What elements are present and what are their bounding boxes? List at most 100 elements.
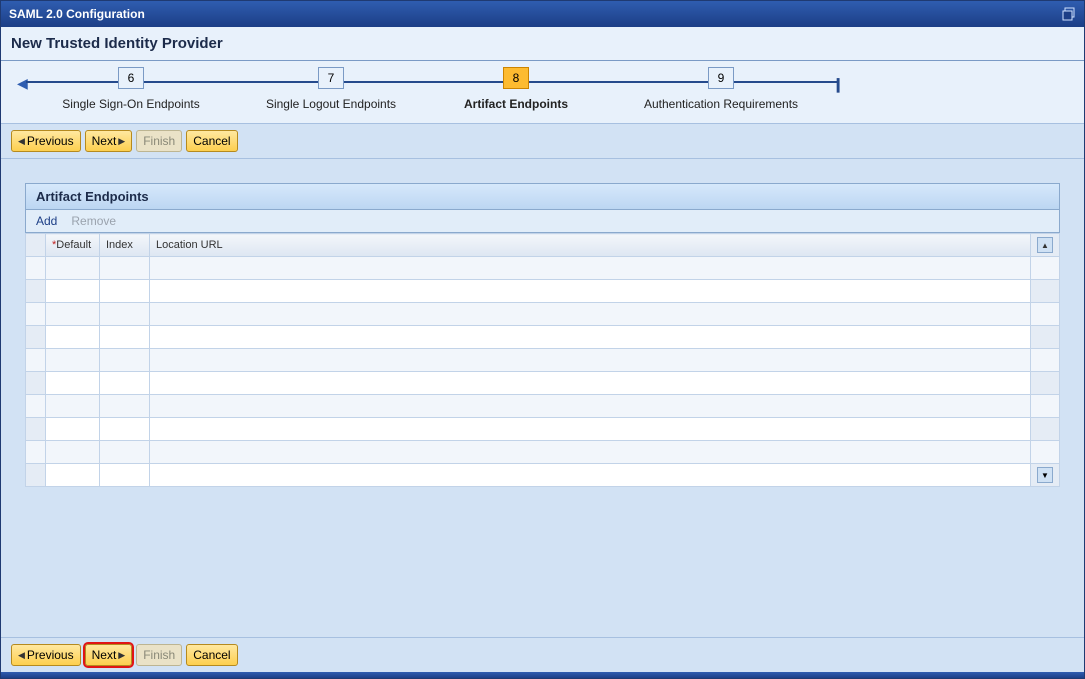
- cell-index[interactable]: [100, 257, 150, 280]
- table-row[interactable]: [26, 349, 1060, 372]
- col-index[interactable]: Index: [100, 234, 150, 257]
- row-selector[interactable]: [26, 395, 46, 418]
- button-label: Finish: [143, 647, 175, 663]
- scroll-gutter: [1031, 395, 1060, 418]
- scroll-gutter: [1031, 280, 1060, 303]
- cell-index[interactable]: [100, 326, 150, 349]
- window-restore-icon[interactable]: [1062, 7, 1076, 21]
- previous-button[interactable]: ◀ Previous: [11, 130, 81, 152]
- wizard-step-number: 7: [318, 67, 344, 89]
- cell-index[interactable]: [100, 418, 150, 441]
- add-action[interactable]: Add: [36, 214, 57, 228]
- wizard-step-7[interactable]: 7 Single Logout Endpoints: [241, 67, 421, 111]
- cell-location[interactable]: [150, 395, 1031, 418]
- cell-index[interactable]: [100, 395, 150, 418]
- table-row[interactable]: [26, 441, 1060, 464]
- table-row[interactable]: [26, 257, 1060, 280]
- cell-default[interactable]: [46, 418, 100, 441]
- wizard-step-number: 6: [118, 67, 144, 89]
- scroll-gutter: ▼: [1031, 464, 1060, 487]
- cell-index[interactable]: [100, 464, 150, 487]
- row-selector[interactable]: [26, 280, 46, 303]
- next-button[interactable]: Next ▶: [85, 130, 133, 152]
- cell-default[interactable]: [46, 395, 100, 418]
- cell-location[interactable]: [150, 280, 1031, 303]
- window-bottom-edge: [1, 672, 1084, 678]
- col-default[interactable]: *Default: [46, 234, 100, 257]
- table-row[interactable]: [26, 303, 1060, 326]
- cell-default[interactable]: [46, 303, 100, 326]
- table-row[interactable]: [26, 326, 1060, 349]
- button-label: Next: [92, 133, 117, 149]
- cell-index[interactable]: [100, 303, 150, 326]
- row-selector[interactable]: [26, 349, 46, 372]
- wizard-step-8[interactable]: 8 Artifact Endpoints: [441, 67, 591, 111]
- row-selector[interactable]: [26, 441, 46, 464]
- window-titlebar: SAML 2.0 Configuration: [1, 1, 1084, 27]
- table-row[interactable]: [26, 372, 1060, 395]
- cell-location[interactable]: [150, 372, 1031, 395]
- next-button-bottom[interactable]: Next ▶: [85, 644, 133, 666]
- scroll-gutter: [1031, 326, 1060, 349]
- wizard-arrow-left-icon: ◀: [17, 75, 28, 92]
- row-selector[interactable]: [26, 372, 46, 395]
- wizard-step-9[interactable]: 9 Authentication Requirements: [621, 67, 821, 111]
- previous-button-bottom[interactable]: ◀ Previous: [11, 644, 81, 666]
- cell-default[interactable]: [46, 326, 100, 349]
- endpoints-table: *Default Index Location URL ▲ ▼: [25, 233, 1060, 487]
- scroll-down-icon[interactable]: ▼: [1037, 467, 1053, 483]
- row-selector[interactable]: [26, 303, 46, 326]
- scroll-up-cell[interactable]: ▲: [1031, 234, 1060, 257]
- cell-default[interactable]: [46, 372, 100, 395]
- table-row[interactable]: ▼: [26, 464, 1060, 487]
- remove-action: Remove: [71, 214, 116, 228]
- wizard-arrow-right-icon: ❙: [832, 76, 844, 93]
- cancel-button-bottom[interactable]: Cancel: [186, 644, 237, 666]
- cancel-button[interactable]: Cancel: [186, 130, 237, 152]
- wizard-step-6[interactable]: 6 Single Sign-On Endpoints: [41, 67, 221, 111]
- triangle-right-icon: ▶: [118, 133, 125, 149]
- table-header-row: *Default Index Location URL ▲: [26, 234, 1060, 257]
- scroll-up-icon: ▲: [1037, 237, 1053, 253]
- cell-default[interactable]: [46, 464, 100, 487]
- cell-default[interactable]: [46, 280, 100, 303]
- row-selector[interactable]: [26, 326, 46, 349]
- button-label: Cancel: [193, 133, 230, 149]
- table-row[interactable]: [26, 280, 1060, 303]
- wizard-step-label: Artifact Endpoints: [441, 97, 591, 111]
- saml-config-window: SAML 2.0 Configuration New Trusted Ident…: [0, 0, 1085, 679]
- cell-location[interactable]: [150, 303, 1031, 326]
- panel-toolbar: Add Remove: [25, 210, 1060, 233]
- button-label: Previous: [27, 647, 74, 663]
- wizard-step-number: 8: [503, 67, 529, 89]
- cell-default[interactable]: [46, 257, 100, 280]
- cell-index[interactable]: [100, 280, 150, 303]
- scroll-gutter: [1031, 303, 1060, 326]
- cell-location[interactable]: [150, 349, 1031, 372]
- cell-index[interactable]: [100, 349, 150, 372]
- cell-location[interactable]: [150, 418, 1031, 441]
- row-selector[interactable]: [26, 418, 46, 441]
- scroll-gutter: [1031, 418, 1060, 441]
- wizard-steps: ◀ ❙ 6 Single Sign-On Endpoints 7 Single …: [1, 61, 1084, 123]
- main-area: Artifact Endpoints Add Remove *Default I…: [1, 159, 1084, 672]
- artifact-endpoints-panel: Artifact Endpoints Add Remove *Default I…: [25, 183, 1060, 487]
- button-label: Finish: [143, 133, 175, 149]
- cell-location[interactable]: [150, 257, 1031, 280]
- row-selector[interactable]: [26, 257, 46, 280]
- table-row[interactable]: [26, 418, 1060, 441]
- cell-index[interactable]: [100, 441, 150, 464]
- toolbar-bottom: ◀ Previous Next ▶ Finish Cancel: [1, 637, 1084, 672]
- cell-default[interactable]: [46, 441, 100, 464]
- table-row[interactable]: [26, 395, 1060, 418]
- cell-default[interactable]: [46, 349, 100, 372]
- cell-location[interactable]: [150, 441, 1031, 464]
- row-selector-header: [26, 234, 46, 257]
- row-selector[interactable]: [26, 464, 46, 487]
- cell-index[interactable]: [100, 372, 150, 395]
- cell-location[interactable]: [150, 326, 1031, 349]
- triangle-left-icon: ◀: [18, 133, 25, 149]
- cell-location[interactable]: [150, 464, 1031, 487]
- wizard-step-number: 9: [708, 67, 734, 89]
- col-location[interactable]: Location URL: [150, 234, 1031, 257]
